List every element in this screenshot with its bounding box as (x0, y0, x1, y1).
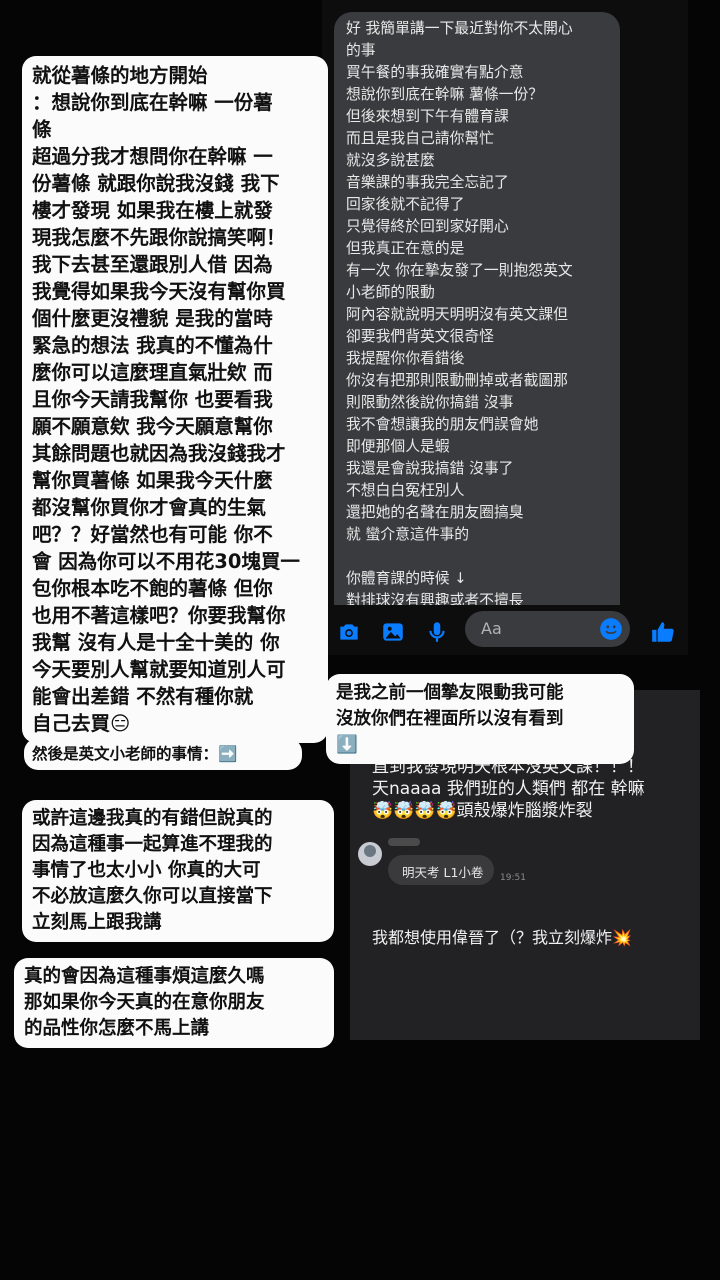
message-composer: Aa (322, 605, 688, 655)
annotation-bubble-maybe: 或許這邊我真的有錯但說真的 因為這種事一起算進不理我的 事情了也太小小 你真的大… (22, 800, 334, 942)
message-input[interactable]: Aa (465, 611, 630, 647)
mic-icon[interactable] (424, 619, 450, 645)
annotation-text: 是我之前一個摯友限動我可能 沒放你們在裡面所以沒有看到 ⬇️ (336, 683, 564, 755)
message-timestamp: 19:51 (500, 873, 526, 883)
story-line: 🤯🤯🤯🤯頭殼爆炸腦漿炸裂 (372, 801, 593, 821)
annotation-text: 就從薯條的地方開始 ：想說你到底在幹嘛 一份薯 條 超過分我才想問你在幹嘛 一 … (32, 64, 300, 735)
camera-icon[interactable] (336, 619, 362, 645)
annotation-bubble-main: 就從薯條的地方開始 ：想說你到底在幹嘛 一份薯 條 超過分我才想問你在幹嘛 一 … (22, 56, 328, 743)
story-line: 我都想使用偉晉了（？我立刻爆炸💥 (372, 928, 632, 947)
message-input-placeholder: Aa (481, 619, 502, 638)
quiz-message-bubble: 明天考 L1小卷 (388, 855, 494, 885)
annotation-text: 然後是英文小老師的事情：➡️ (32, 745, 238, 763)
quiz-message-text: 明天考 L1小卷 (402, 865, 484, 880)
annotation-bubble-english: 然後是英文小老師的事情：➡️ (24, 738, 302, 770)
story-line: 天naaaa 我們班的人類們 都在 幹嘛 (372, 779, 645, 799)
message-text: 好 我簡單講一下最近對你不太開心 的事 買午餐的事我確實有點介意 想說你到底在幹… (346, 20, 573, 608)
chat-screenshot: 好 我簡單講一下最近對你不太開心 的事 買午餐的事我確實有點介意 想說你到底在幹… (322, 0, 688, 655)
annotation-text: 真的會因為這種事煩這麼久嗎 那如果你今天真的在意你朋友 的品性你怎麼不馬上講 (24, 966, 265, 1039)
annotation-text: 或許這邊我真的有錯但說真的 因為這種事一起算進不理我的 事情了也太小小 你真的大… (32, 808, 273, 933)
redacted-name (388, 838, 420, 846)
annotation-bubble-reply: 是我之前一個摯友限動我可能 沒放你們在裡面所以沒有看到 ⬇️ (326, 674, 634, 764)
emoji-icon[interactable] (598, 616, 624, 642)
avatar (358, 842, 382, 866)
annotation-bubble-really: 真的會因為這種事煩這麼久嗎 那如果你今天真的在意你朋友 的品性你怎麼不馬上講 (14, 958, 334, 1048)
like-icon[interactable] (650, 619, 676, 645)
image-icon[interactable] (380, 619, 406, 645)
